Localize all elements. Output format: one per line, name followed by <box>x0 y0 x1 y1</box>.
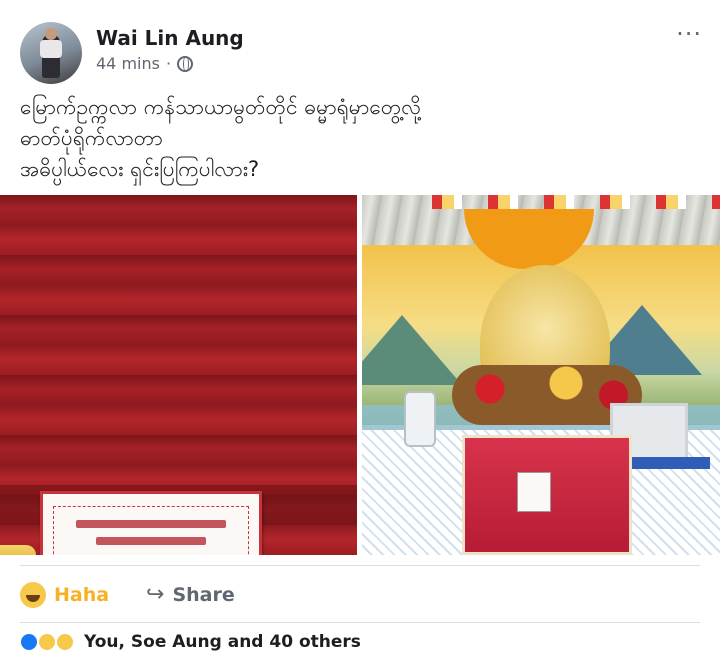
author-avatar[interactable] <box>20 22 82 84</box>
sign-line <box>96 537 206 546</box>
post-header: Wai Lin Aung 44 mins · ··· <box>0 0 720 90</box>
post-text-line: အဓိပ္ပါယ်လေး ရှင်းပြကြပါလား? <box>20 157 260 181</box>
altar-plaque <box>517 472 551 512</box>
gold-ornament <box>0 545 36 555</box>
wow-reaction-icon <box>56 633 74 651</box>
divider <box>20 565 700 566</box>
globe-icon <box>177 55 194 72</box>
post-text-line: မြောက်ဥက္ကလာ ကန်သာယာမွတ်တိုင် ဓမ္မာရုံမှ… <box>20 95 421 119</box>
divider <box>20 622 700 623</box>
share-label: Share <box>172 583 235 606</box>
mural-mountain <box>362 315 462 385</box>
sign-inner <box>53 506 249 555</box>
shrine-altar <box>462 435 632 555</box>
haha-label: Haha <box>54 584 110 606</box>
sign-line <box>76 520 226 529</box>
avatar-head <box>45 28 57 40</box>
water-jar <box>404 391 436 447</box>
share-arrow-icon: ↪ <box>146 582 165 607</box>
photo-shrine[interactable] <box>362 195 720 555</box>
meta-separator: · <box>165 54 172 73</box>
post-time[interactable]: 44 mins <box>96 54 160 73</box>
photo-sign[interactable] <box>0 195 357 555</box>
post-text-line: ဓာတ်ပုံရိုက်လာတာ <box>20 126 163 150</box>
haha-icon <box>20 582 46 608</box>
like-reaction-icon <box>20 633 38 651</box>
post-actions: Haha ↪ Share <box>0 572 720 618</box>
post-text: မြောက်ဥက္ကလာ ကန်သာယာမွတ်တိုင် ဓမ္မာရုံမှ… <box>20 92 700 185</box>
reactions-summary[interactable]: You, Soe Aung and 40 others <box>20 632 361 652</box>
author-name[interactable]: Wai Lin Aung <box>96 26 244 50</box>
sign-plaque <box>40 491 262 555</box>
post-photos <box>0 195 720 555</box>
share-button[interactable]: ↪ Share <box>146 582 235 607</box>
haha-button[interactable]: Haha <box>20 582 109 608</box>
shrine-flags <box>432 195 720 209</box>
haha-reaction-icon <box>38 633 56 651</box>
reactions-label: You, Soe Aung and 40 others <box>84 632 361 652</box>
more-options-icon[interactable]: ··· <box>676 20 702 48</box>
avatar-shirt <box>40 40 62 58</box>
post-meta: 44 mins · <box>96 54 194 73</box>
